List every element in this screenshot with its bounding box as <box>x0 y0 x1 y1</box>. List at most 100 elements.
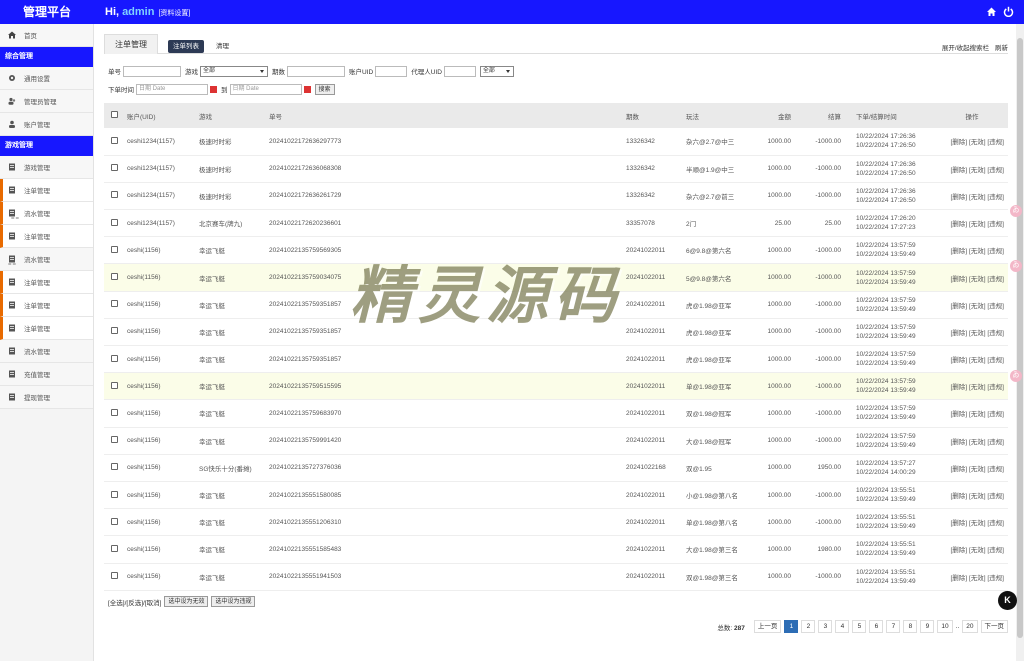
delete-link[interactable]: [删除] <box>951 330 968 337</box>
username-link[interactable]: admin <box>122 6 154 18</box>
sidebar-item-game-3[interactable]: 注单管理 <box>0 225 93 248</box>
row-checkbox[interactable] <box>111 245 118 253</box>
violation-link[interactable]: [违规] <box>987 466 1004 473</box>
delete-link[interactable]: [删除] <box>951 520 968 527</box>
violation-link[interactable]: [违规] <box>987 575 1004 582</box>
invalid-link[interactable]: [无效] <box>969 520 986 527</box>
violation-link[interactable]: [违规] <box>987 221 1004 228</box>
row-checkbox[interactable] <box>111 218 118 226</box>
delete-link[interactable]: [删除] <box>951 547 968 554</box>
sidebar-item-admins[interactable]: 管理员管理 <box>0 90 93 113</box>
row-checkbox[interactable] <box>111 572 118 580</box>
account-uid-input[interactable] <box>375 65 408 77</box>
row-checkbox[interactable] <box>111 490 118 498</box>
delete-link[interactable]: [删除] <box>951 167 968 174</box>
violation-link[interactable]: [违规] <box>987 547 1004 554</box>
violation-link[interactable]: [违规] <box>987 248 1004 255</box>
page-button[interactable]: 4 <box>835 620 850 633</box>
sidebar-item-game-4[interactable]: 流水管理 == <box>0 248 93 271</box>
invalid-link[interactable]: [无效] <box>969 384 986 391</box>
violation-link[interactable]: [违规] <box>987 384 1004 391</box>
delete-link[interactable]: [删除] <box>951 439 968 446</box>
sidebar-item-game-9[interactable]: 充值管理 <box>0 363 93 386</box>
row-checkbox[interactable] <box>111 191 118 199</box>
row-checkbox[interactable] <box>111 517 118 525</box>
row-checkbox[interactable] <box>111 136 118 144</box>
page-button[interactable]: 20 <box>962 620 978 633</box>
invalid-link[interactable]: [无效] <box>969 330 986 337</box>
row-checkbox[interactable] <box>111 327 118 335</box>
invalid-link[interactable]: [无效] <box>969 248 986 255</box>
invalid-link[interactable]: [无效] <box>969 139 986 146</box>
tab-clean[interactable]: 清理 <box>211 40 234 53</box>
period-input[interactable] <box>287 65 345 77</box>
sidebar-item-game-1[interactable]: 注单管理 <box>0 179 93 202</box>
sidebar-item-game-10[interactable]: 提现管理 <box>0 386 93 409</box>
row-checkbox[interactable] <box>111 164 118 172</box>
sidebar-item-game-0[interactable]: 游戏管理 <box>0 156 93 179</box>
delete-link[interactable]: [删除] <box>951 303 968 310</box>
violation-link[interactable]: [违规] <box>987 194 1004 201</box>
invalid-link[interactable]: [无效] <box>969 547 986 554</box>
select-all-checkbox[interactable] <box>111 111 118 118</box>
prev-page-button[interactable]: 上一页 <box>753 620 782 633</box>
delete-link[interactable]: [删除] <box>951 276 968 283</box>
sidebar-item-settings[interactable]: 通用设置 <box>0 67 93 90</box>
home-icon[interactable] <box>986 6 997 17</box>
sidebar-item-game-2[interactable]: 流水管理 == <box>0 202 93 225</box>
page-button[interactable]: 10 <box>937 620 953 633</box>
row-checkbox[interactable] <box>111 300 118 308</box>
violation-link[interactable]: [违规] <box>987 139 1004 146</box>
invalid-link[interactable]: [无效] <box>969 221 986 228</box>
next-page-button[interactable]: 下一页 <box>980 620 1008 633</box>
invalid-link[interactable]: [无效] <box>969 194 986 201</box>
sidebar-item-home[interactable]: 首页 <box>0 24 93 47</box>
row-checkbox[interactable] <box>111 354 118 362</box>
start-date-input[interactable]: 日期 Date <box>136 83 208 95</box>
delete-link[interactable]: [删除] <box>951 411 968 418</box>
toggle-search-link[interactable]: 展开/收起搜索栏 <box>942 45 989 52</box>
delete-link[interactable]: [删除] <box>951 139 968 146</box>
invalid-link[interactable]: [无效] <box>969 276 986 283</box>
violation-link[interactable]: [违规] <box>987 167 1004 174</box>
delete-link[interactable]: [删除] <box>951 575 968 582</box>
sidebar-item-game-8[interactable]: 流水管理 <box>0 340 93 363</box>
page-button[interactable]: 5 <box>852 620 867 633</box>
row-checkbox[interactable] <box>111 544 118 552</box>
invalid-link[interactable]: [无效] <box>969 303 986 310</box>
profile-settings-link[interactable]: [资料设置] <box>158 10 190 17</box>
delete-link[interactable]: [删除] <box>951 493 968 500</box>
delete-link[interactable]: [删除] <box>951 466 968 473</box>
delete-link[interactable]: [删除] <box>951 221 968 228</box>
violation-link[interactable]: [违规] <box>987 357 1004 364</box>
invalid-link[interactable]: [无效] <box>969 575 986 582</box>
floating-helper-icon[interactable]: ゐ <box>1010 260 1022 272</box>
agent-uid-input[interactable] <box>443 65 476 77</box>
power-icon[interactable] <box>1003 6 1014 18</box>
end-date-input[interactable]: 日期 Date <box>229 83 302 95</box>
floating-helper-icon[interactable]: ゐ <box>1010 205 1022 217</box>
select-toggle-links[interactable]: [全选]/[反选]/[取消] <box>108 597 161 607</box>
page-button[interactable]: 2 <box>801 620 816 633</box>
calendar-icon[interactable] <box>210 85 217 93</box>
agent-select[interactable]: 全部 <box>479 65 514 77</box>
page-button[interactable]: 3 <box>818 620 833 633</box>
refresh-link[interactable]: 刷新 <box>995 45 1008 52</box>
violation-link[interactable]: [违规] <box>987 439 1004 446</box>
invalid-link[interactable]: [无效] <box>969 466 986 473</box>
row-checkbox[interactable] <box>111 408 118 416</box>
delete-link[interactable]: [删除] <box>951 248 968 255</box>
violation-link[interactable]: [违规] <box>987 520 1004 527</box>
order-input[interactable] <box>123 65 181 77</box>
scrollbar-thumb[interactable] <box>1017 38 1023 638</box>
sidebar-item-accounts[interactable]: 账户管理 <box>0 113 93 136</box>
violation-link[interactable]: [违规] <box>987 330 1004 337</box>
page-button[interactable]: 6 <box>869 620 884 633</box>
invalid-link[interactable]: [无效] <box>969 411 986 418</box>
delete-link[interactable]: [删除] <box>951 194 968 201</box>
sidebar-item-game-5[interactable]: 注单管理 <box>0 271 93 294</box>
row-checkbox[interactable] <box>111 463 118 471</box>
scrollbar[interactable] <box>1016 24 1024 661</box>
sidebar-item-game-6[interactable]: 注单管理 <box>0 294 93 317</box>
row-checkbox[interactable] <box>111 436 118 444</box>
